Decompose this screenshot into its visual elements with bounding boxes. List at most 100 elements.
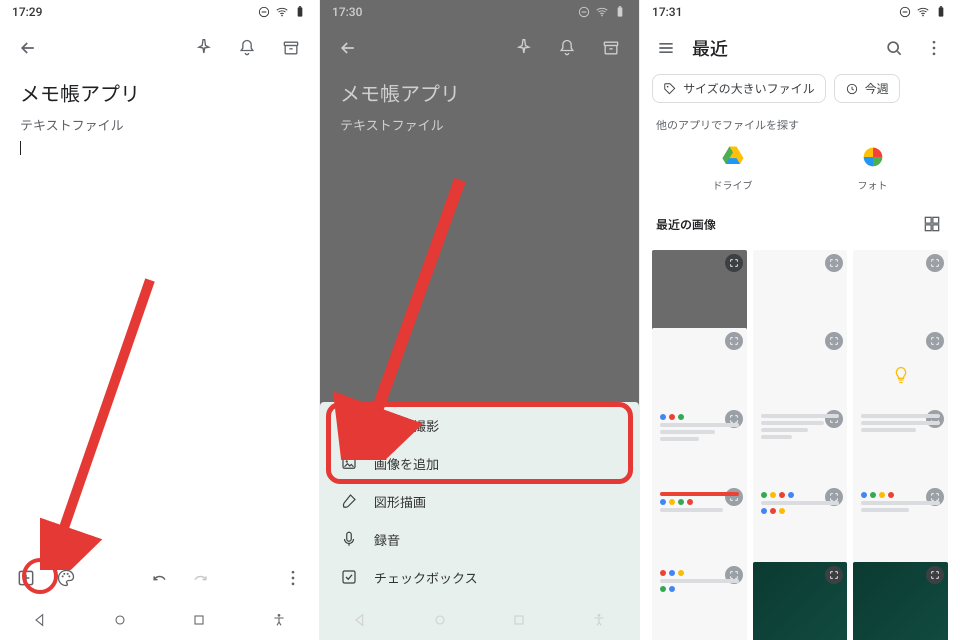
nav-a11y[interactable] bbox=[259, 600, 299, 640]
sheet-label: 図形描画 bbox=[374, 492, 426, 511]
undo-icon bbox=[150, 568, 170, 588]
wifi-icon bbox=[275, 5, 289, 19]
back-button[interactable] bbox=[328, 28, 368, 68]
archive-button[interactable] bbox=[271, 28, 311, 68]
status-bar: 17:31 bbox=[640, 0, 960, 24]
more-button[interactable] bbox=[273, 558, 313, 598]
nav-back[interactable] bbox=[20, 600, 60, 640]
status-bar: 17:29 bbox=[0, 0, 319, 24]
nav-back-icon bbox=[352, 612, 368, 628]
thumb[interactable] bbox=[652, 562, 747, 640]
search-icon bbox=[884, 38, 904, 58]
nav-home[interactable] bbox=[420, 600, 460, 640]
more-button[interactable] bbox=[914, 28, 954, 68]
app-label: フォト bbox=[858, 177, 888, 192]
battery-icon bbox=[934, 5, 948, 19]
a11y-icon bbox=[271, 612, 287, 628]
expand-button[interactable] bbox=[825, 566, 843, 584]
expand-icon bbox=[729, 258, 739, 268]
nav-home-icon bbox=[112, 612, 128, 628]
image-grid[interactable] bbox=[640, 244, 960, 640]
expand-icon bbox=[930, 258, 940, 268]
annotation-circle bbox=[22, 558, 58, 594]
redo-button[interactable] bbox=[180, 558, 220, 598]
picker-title: 最近 bbox=[692, 35, 728, 61]
nav-back[interactable] bbox=[340, 600, 380, 640]
grid-toggle-button[interactable] bbox=[916, 208, 948, 240]
reminder-button[interactable] bbox=[547, 28, 587, 68]
battery-icon bbox=[613, 5, 627, 19]
pin-icon bbox=[193, 38, 213, 58]
expand-button[interactable] bbox=[725, 254, 743, 272]
search-button[interactable] bbox=[874, 28, 914, 68]
expand-icon bbox=[829, 570, 839, 580]
dnd-icon bbox=[257, 5, 271, 19]
sheet-checkbox[interactable]: チェックボックス bbox=[320, 558, 639, 596]
note-body[interactable]: メモ帳アプリ テキストファイル bbox=[0, 72, 319, 556]
nav-recent-icon bbox=[191, 612, 207, 628]
undo-button[interactable] bbox=[140, 558, 180, 598]
app-row: ドライブ フォト bbox=[640, 139, 960, 204]
expand-button[interactable] bbox=[926, 254, 944, 272]
chip-this-week[interactable]: 今週 bbox=[834, 74, 900, 103]
dnd-icon bbox=[577, 5, 591, 19]
expand-button[interactable] bbox=[825, 254, 843, 272]
archive-icon bbox=[601, 38, 621, 58]
thumb[interactable] bbox=[753, 562, 848, 640]
note-text[interactable]: テキストファイル bbox=[20, 117, 299, 159]
note-title[interactable]: メモ帳アプリ bbox=[20, 78, 299, 107]
thumb[interactable] bbox=[853, 562, 948, 640]
nav-a11y[interactable] bbox=[579, 600, 619, 640]
phone-3: 17:31 最近 サイズの大きいファイル 今週 他のアプリでファイル bbox=[640, 0, 960, 640]
section-row: 最近の画像 bbox=[640, 204, 960, 244]
arrow-back-icon bbox=[338, 38, 358, 58]
clock: 17:29 bbox=[12, 5, 42, 19]
battery-icon bbox=[293, 5, 307, 19]
expand-button[interactable] bbox=[926, 566, 944, 584]
status-icons bbox=[257, 5, 307, 19]
nav-recent[interactable] bbox=[179, 600, 219, 640]
archive-button[interactable] bbox=[591, 28, 631, 68]
reminder-button[interactable] bbox=[227, 28, 267, 68]
filter-chips: サイズの大きいファイル 今週 bbox=[640, 72, 960, 111]
arrow-back-icon bbox=[18, 38, 38, 58]
wifi-icon bbox=[595, 5, 609, 19]
chip-large-files[interactable]: サイズの大きいファイル bbox=[652, 74, 826, 103]
phone-2: 17:30 メモ帳アプリ テキストファイル bbox=[320, 0, 640, 640]
a11y-icon bbox=[591, 612, 607, 628]
bell-icon bbox=[237, 38, 257, 58]
bell-icon bbox=[557, 38, 577, 58]
clock: 17:31 bbox=[652, 5, 682, 19]
expand-button[interactable] bbox=[725, 332, 743, 350]
nav-home[interactable] bbox=[100, 600, 140, 640]
other-apps-heading: 他のアプリでファイルを探す bbox=[640, 111, 960, 139]
dnd-icon bbox=[898, 5, 912, 19]
pin-button[interactable] bbox=[183, 28, 223, 68]
nav-bar bbox=[320, 600, 639, 640]
chip-label: 今週 bbox=[865, 80, 889, 97]
status-icons bbox=[898, 5, 948, 19]
app-drive[interactable]: ドライブ bbox=[713, 143, 753, 192]
nav-recent[interactable] bbox=[499, 600, 539, 640]
clock-icon bbox=[845, 82, 859, 96]
brush-icon bbox=[340, 492, 358, 510]
chip-label: サイズの大きいファイル bbox=[683, 80, 815, 97]
pin-button[interactable] bbox=[503, 28, 543, 68]
sheet-recording[interactable]: 録音 bbox=[320, 520, 639, 558]
section-title: 最近の画像 bbox=[656, 216, 716, 233]
sheet-drawing[interactable]: 図形描画 bbox=[320, 482, 639, 520]
action-bar bbox=[0, 24, 319, 72]
mic-icon bbox=[340, 530, 358, 548]
drive-icon bbox=[719, 143, 747, 171]
palette-icon bbox=[56, 568, 76, 588]
app-photos[interactable]: フォト bbox=[858, 143, 888, 192]
expand-button[interactable] bbox=[825, 332, 843, 350]
app-label: ドライブ bbox=[713, 177, 753, 192]
action-bar bbox=[320, 24, 639, 72]
redo-icon bbox=[190, 568, 210, 588]
archive-icon bbox=[281, 38, 301, 58]
wifi-icon bbox=[916, 5, 930, 19]
sheet-label: チェックボックス bbox=[374, 568, 478, 587]
menu-button[interactable] bbox=[646, 28, 686, 68]
back-button[interactable] bbox=[8, 28, 48, 68]
